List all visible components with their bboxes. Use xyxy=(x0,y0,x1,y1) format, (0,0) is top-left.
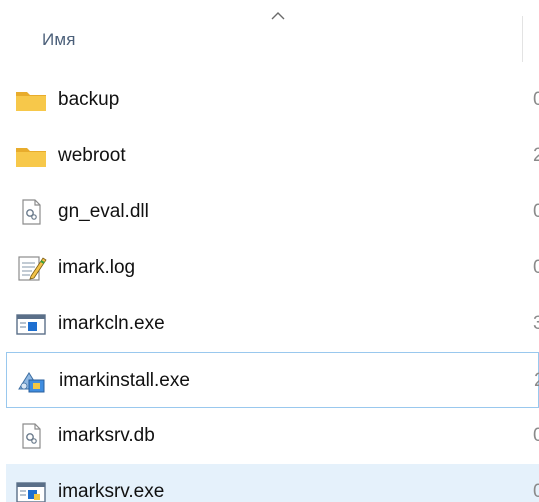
column-divider[interactable] xyxy=(522,16,523,62)
file-name: webroot xyxy=(58,145,126,166)
db-file-icon xyxy=(22,423,41,449)
dll-file-icon xyxy=(22,199,41,225)
file-row-imarksrv-exe[interactable]: imarksrv.exe 0 xyxy=(6,464,539,502)
column-overflow: 0 xyxy=(533,257,539,278)
column-header-name[interactable]: Имя xyxy=(42,30,76,50)
column-overflow: 0 xyxy=(533,201,539,222)
file-name: imarksrv.exe xyxy=(58,481,165,502)
sort-ascending-icon[interactable] xyxy=(270,10,286,22)
file-row-backup[interactable]: backup 0 xyxy=(0,72,539,128)
folder-icon xyxy=(16,148,46,167)
installer-icon xyxy=(18,372,45,393)
column-overflow: 0 xyxy=(533,89,539,110)
file-name: imarkinstall.exe xyxy=(59,370,190,391)
column-overflow: 2 xyxy=(534,370,539,392)
file-name: backup xyxy=(58,89,120,110)
column-header-bar: Имя xyxy=(0,0,539,78)
file-name: imarkcln.exe xyxy=(58,313,165,334)
file-name: imarksrv.db xyxy=(58,425,155,446)
file-name: gn_eval.dll xyxy=(58,201,149,222)
file-row-imarkinstall-exe[interactable]: imarkinstall.exe 2 xyxy=(6,352,539,408)
file-row-webroot[interactable]: webroot 2 xyxy=(0,128,539,184)
exe-window-icon xyxy=(16,314,46,335)
file-row-imarksrv-db[interactable]: imarksrv.db 0 xyxy=(0,408,539,464)
exe-window-icon xyxy=(16,482,46,502)
file-row-gn-eval-dll[interactable]: gn_eval.dll 0 xyxy=(0,184,539,240)
column-overflow: 3 xyxy=(533,313,539,334)
column-overflow: 0 xyxy=(533,481,539,502)
file-name: imark.log xyxy=(58,257,136,278)
file-row-imarkcln-exe[interactable]: imarkcln.exe 3 xyxy=(0,296,539,352)
log-file-icon xyxy=(18,256,47,281)
file-row-imark-log[interactable]: imark.log 0 xyxy=(0,240,539,296)
column-overflow: 0 xyxy=(533,425,539,446)
column-overflow: 2 xyxy=(533,145,539,166)
folder-icon xyxy=(16,92,46,111)
